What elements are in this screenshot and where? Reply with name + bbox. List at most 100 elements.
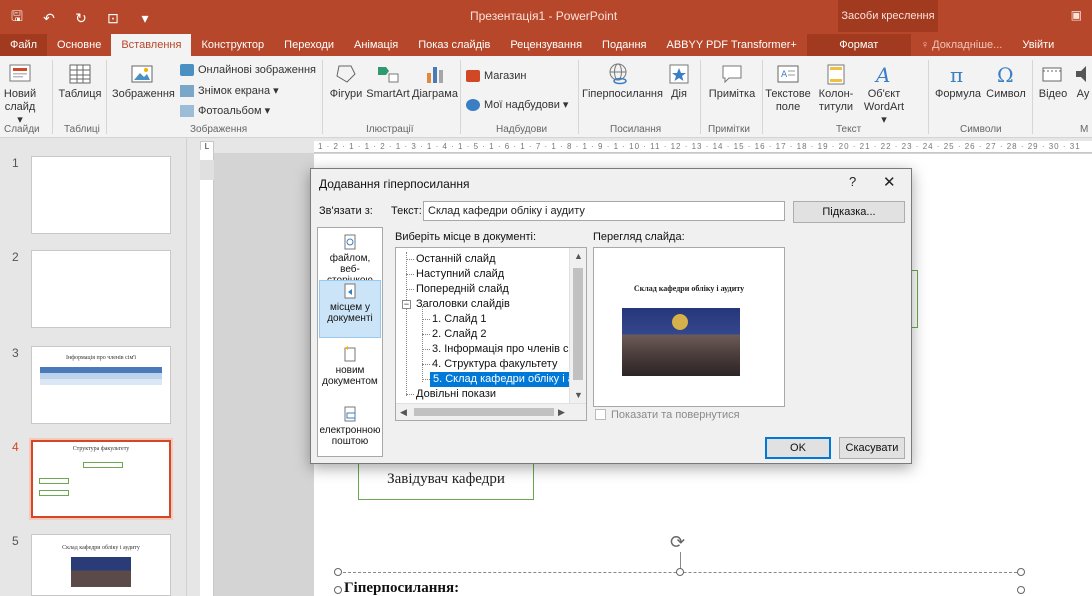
tab-review[interactable]: Рецензування xyxy=(500,34,592,56)
scroll-down-icon[interactable]: ▼ xyxy=(574,390,583,400)
vertical-ruler xyxy=(200,150,214,596)
wordart-button[interactable]: A Об'єкт WordArt ▾ xyxy=(860,62,908,127)
close-icon[interactable]: ✕ xyxy=(883,173,896,191)
sign-in-link[interactable]: Увійти xyxy=(1012,34,1064,56)
shapes-button[interactable]: Фігури xyxy=(326,62,366,101)
textbox-button[interactable]: A Текстове поле xyxy=(764,62,812,114)
chart-button[interactable]: Діаграма xyxy=(412,62,458,101)
tree-item-last-slide[interactable]: Останній слайд xyxy=(416,252,495,267)
tab-format[interactable]: Формат xyxy=(806,34,911,56)
tree-item-slide-5[interactable]: 5. Склад кафедри обліку і ау xyxy=(430,372,583,387)
show-and-return-checkbox[interactable] xyxy=(595,409,606,420)
link-option-email[interactable]: електронною поштою xyxy=(319,404,381,452)
pi-icon: π xyxy=(950,63,963,86)
resize-handle[interactable] xyxy=(676,568,684,576)
slide-thumbnail-3[interactable]: Інформація про членів сім'ї xyxy=(31,346,171,424)
tell-me-search[interactable]: ♀ Докладніше... xyxy=(911,34,1013,56)
tab-home[interactable]: Основне xyxy=(47,34,111,56)
tree-item-slide-3[interactable]: 3. Інформація про членів сім xyxy=(432,342,579,357)
ribbon-display-options-icon[interactable]: ▣ xyxy=(1071,8,1082,22)
link-to-label: Зв'язати з: xyxy=(319,205,373,217)
hyperlink-button[interactable]: Гіперпосилання xyxy=(582,62,663,101)
symbol-button[interactable]: Ω Символ xyxy=(984,62,1028,101)
equation-button[interactable]: π Формула xyxy=(932,62,984,101)
save-icon[interactable]: 🖫 xyxy=(8,6,26,30)
slide-thumbnail-4[interactable]: Структура факультету xyxy=(31,440,171,518)
tree-item-previous-slide[interactable]: Попередній слайд xyxy=(416,282,509,297)
resize-handle[interactable] xyxy=(334,586,342,594)
smartart-button[interactable]: SmartArt xyxy=(366,62,410,101)
action-label: Дія xyxy=(671,88,687,100)
help-button[interactable]: ? xyxy=(849,174,856,189)
tree-item-slide-titles[interactable]: Заголовки слайдів xyxy=(416,297,510,312)
comment-button[interactable]: Примітка xyxy=(704,62,760,101)
link-option-label: електронною поштою xyxy=(319,425,381,447)
audio-icon xyxy=(1076,66,1086,82)
tab-slideshow[interactable]: Показ слайдів xyxy=(408,34,500,56)
thumbnail-photo xyxy=(71,557,131,587)
customize-qat-icon[interactable]: ▾ xyxy=(136,10,154,27)
wordart-label: Об'єкт WordArt ▾ xyxy=(863,88,905,126)
tree-item-slide-2[interactable]: 2. Слайд 2 xyxy=(432,327,486,342)
ok-button[interactable]: OK xyxy=(765,437,831,459)
group-label-tables: Таблиці xyxy=(64,124,100,135)
link-option-file-webpage[interactable]: файлом, веб-сторінкою xyxy=(319,232,381,286)
tab-view[interactable]: Подання xyxy=(592,34,656,56)
scrollbar-thumb[interactable] xyxy=(573,268,583,380)
tab-design[interactable]: Конструктор xyxy=(191,34,274,56)
slide-thumbnail-1[interactable] xyxy=(31,156,171,234)
action-button[interactable]: Дія xyxy=(664,62,694,101)
undo-icon[interactable]: ↶ xyxy=(40,10,58,27)
redo-icon[interactable]: ↻ xyxy=(72,10,90,27)
tree-item-next-slide[interactable]: Наступний слайд xyxy=(416,267,504,282)
group-label-text: Текст xyxy=(836,124,862,135)
new-slide-button[interactable]: Новий слайд ▾ xyxy=(2,62,38,127)
slide-thumbnail-5[interactable]: Склад кафедри обліку і аудиту xyxy=(31,534,171,596)
tab-file[interactable]: Файл xyxy=(0,34,48,56)
tree-item-custom-shows[interactable]: Довільні покази xyxy=(416,387,496,402)
table-button[interactable]: Таблиця xyxy=(58,62,102,101)
scroll-left-icon[interactable]: ◀ xyxy=(400,407,407,418)
screentip-button[interactable]: Підказка... xyxy=(793,201,905,223)
tab-transitions[interactable]: Переходи xyxy=(274,34,344,56)
group-separator xyxy=(106,60,107,134)
cancel-button[interactable]: Скасувати xyxy=(839,437,905,459)
scroll-right-icon[interactable]: ▶ xyxy=(558,407,565,418)
start-slideshow-icon[interactable]: ⊡ xyxy=(104,10,122,27)
tree-connector xyxy=(406,289,414,290)
store-button[interactable]: Магазин xyxy=(466,70,526,82)
group-label-symbols: Символи xyxy=(960,124,1002,135)
tab-animations[interactable]: Анімація xyxy=(344,34,408,56)
scroll-up-icon[interactable]: ▲ xyxy=(574,251,583,261)
photo-album-button[interactable]: Фотоальбом ▾ xyxy=(180,104,270,117)
slides-pane-scrollbar[interactable] xyxy=(186,138,200,596)
equation-label: Формула xyxy=(934,88,982,100)
tree-vertical-scrollbar[interactable]: ▲ ▼ xyxy=(569,248,586,404)
my-addins-button[interactable]: Мої надбудови ▾ xyxy=(466,98,568,111)
rotate-handle-icon[interactable]: ⟳ xyxy=(670,532,685,553)
link-option-place-in-document[interactable]: місцем у документі xyxy=(319,280,381,338)
images-button[interactable]: Зображення xyxy=(112,62,175,101)
tab-insert[interactable]: Вставлення xyxy=(111,34,192,56)
tree-item-slide-4[interactable]: 4. Структура факультету xyxy=(432,357,557,372)
tab-abbyy[interactable]: ABBYY PDF Transformer+ xyxy=(656,34,806,56)
hyperlinks-heading[interactable]: Гіперпосилання: xyxy=(344,580,459,596)
audio-button[interactable]: Ау xyxy=(1072,62,1092,101)
resize-handle[interactable] xyxy=(334,568,342,576)
video-button[interactable]: Відео xyxy=(1036,62,1070,101)
link-option-new-document[interactable]: новим документом xyxy=(319,344,381,392)
header-footer-button[interactable]: Колон-титули xyxy=(814,62,858,114)
scrollbar-thumb[interactable] xyxy=(414,408,554,416)
online-images-button[interactable]: Онлайнові зображення xyxy=(180,64,316,76)
resize-handle[interactable] xyxy=(1017,568,1025,576)
emblem-icon xyxy=(672,314,688,330)
tree-item-slide-1[interactable]: 1. Слайд 1 xyxy=(432,312,486,327)
resize-handle[interactable] xyxy=(1017,586,1025,594)
tree-horizontal-scrollbar[interactable]: ◀ ▶ xyxy=(396,403,586,420)
ribbon-insert: Новий слайд ▾ Таблиця Зображення Онлайно… xyxy=(0,56,1092,138)
thumbnail-shape xyxy=(39,478,69,484)
collapse-icon[interactable]: − xyxy=(402,300,411,309)
text-to-display-input[interactable]: Склад кафедри обліку і аудиту xyxy=(423,201,785,221)
screenshot-button[interactable]: Знімок екрана ▾ xyxy=(180,84,279,97)
slide-thumbnail-2[interactable] xyxy=(31,250,171,328)
